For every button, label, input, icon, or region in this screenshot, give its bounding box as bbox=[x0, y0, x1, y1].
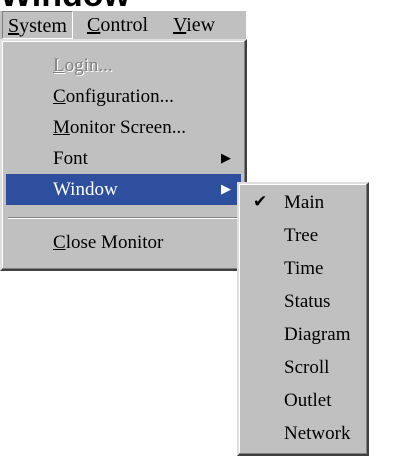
menubar-control-label: ontrol bbox=[100, 14, 149, 36]
submenu-item-diagram[interactable]: Diagram bbox=[243, 318, 363, 351]
submenu-item-scroll-label: Scroll bbox=[284, 357, 330, 378]
submenu-item-scroll[interactable]: Scroll bbox=[243, 351, 363, 384]
submenu-item-tree[interactable]: Tree bbox=[243, 219, 363, 252]
menu-item-font-label: Font bbox=[53, 148, 88, 169]
menu-item-close-monitor-label: Close Monitor bbox=[53, 227, 163, 258]
menubar-control-accel: C bbox=[87, 14, 101, 36]
submenu-item-outlet[interactable]: Outlet bbox=[243, 384, 363, 417]
submenu-item-main-label: Main bbox=[284, 192, 325, 213]
system-menu: Login... Configuration... Monitor Screen… bbox=[0, 39, 247, 271]
menu-item-monitor-screen-accel: M bbox=[53, 117, 70, 138]
menu-separator bbox=[8, 217, 239, 219]
menubar-system-accel: S bbox=[8, 15, 20, 37]
menu-item-configuration[interactable]: Configuration... bbox=[6, 81, 241, 112]
menu-item-window[interactable]: Window ▶ bbox=[6, 174, 241, 205]
menu-item-configuration-rest: onfiguration... bbox=[65, 86, 174, 107]
menu-item-monitor-screen-rest: onitor Screen... bbox=[69, 117, 186, 138]
submenu-arrow-icon: ▶ bbox=[221, 151, 231, 166]
menu-item-login-accel: L bbox=[53, 55, 65, 76]
menu-item-close-monitor[interactable]: Close Monitor bbox=[6, 227, 241, 258]
menu-item-window-label: Window bbox=[53, 179, 118, 200]
submenu-item-status-label: Status bbox=[284, 291, 331, 312]
submenu-item-diagram-label: Diagram bbox=[284, 324, 351, 345]
menubar-system-label: ystem bbox=[19, 15, 67, 37]
submenu-item-status[interactable]: Status bbox=[243, 285, 363, 318]
menu-item-monitor-screen-label: Monitor Screen... bbox=[53, 112, 186, 143]
menubar-control[interactable]: Control bbox=[82, 11, 153, 39]
menu-item-login: Login... bbox=[6, 50, 241, 81]
menu-item-close-monitor-rest: lose Monitor bbox=[65, 232, 164, 253]
window-submenu: ✔ Main Tree Time Status Diagram Scroll O… bbox=[237, 182, 369, 456]
menu-item-login-rest: ogin... bbox=[64, 55, 113, 76]
submenu-item-network-label: Network bbox=[284, 423, 351, 444]
menu-item-configuration-accel: C bbox=[53, 86, 66, 107]
menubar-view[interactable]: View bbox=[168, 11, 220, 39]
menu-item-monitor-screen[interactable]: Monitor Screen... bbox=[6, 112, 241, 143]
menu-item-close-monitor-accel: C bbox=[53, 232, 66, 253]
submenu-arrow-icon: ▶ bbox=[221, 182, 231, 197]
submenu-item-tree-label: Tree bbox=[284, 225, 319, 246]
menu-item-configuration-label: Configuration... bbox=[53, 81, 174, 112]
menubar-view-accel: V bbox=[173, 14, 187, 36]
check-mark-icon: ✔ bbox=[253, 192, 268, 212]
submenu-item-time[interactable]: Time bbox=[243, 252, 363, 285]
menubar-view-label: iew bbox=[186, 14, 216, 36]
submenu-item-time-label: Time bbox=[284, 258, 324, 279]
submenu-item-outlet-label: Outlet bbox=[284, 390, 332, 411]
menu-item-font[interactable]: Font ▶ bbox=[6, 143, 241, 174]
submenu-item-main[interactable]: ✔ Main bbox=[243, 186, 363, 219]
menu-item-login-label: Login... bbox=[53, 50, 113, 81]
menu-bar: System Control View bbox=[0, 11, 246, 40]
menubar-system[interactable]: System bbox=[2, 11, 73, 39]
submenu-item-network[interactable]: Network bbox=[243, 417, 363, 450]
